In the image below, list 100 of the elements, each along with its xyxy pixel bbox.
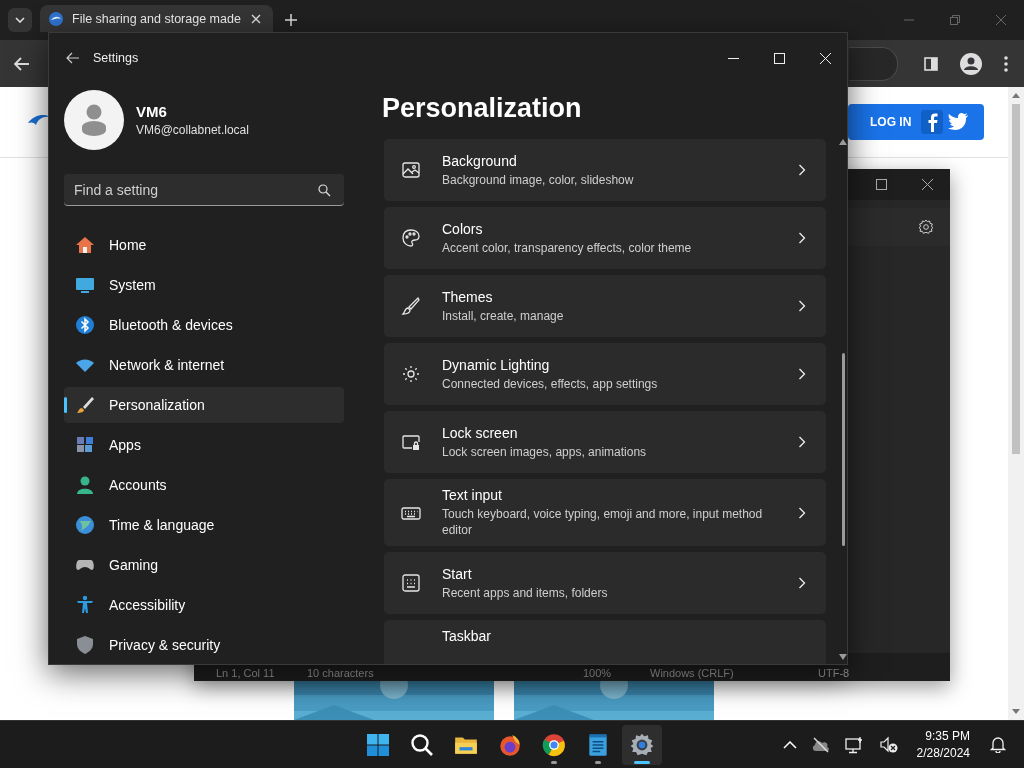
status-text: 100% <box>583 667 612 679</box>
nav-item[interactable]: Personalization <box>64 387 344 423</box>
card-subtitle: Background image, color, slideshow <box>442 171 635 188</box>
site-icon <box>48 10 64 27</box>
settings-card[interactable]: Background Background image, color, slideshow <box>384 139 826 201</box>
image-icon <box>401 160 421 180</box>
apps-icon <box>75 435 95 455</box>
settings-card[interactable]: Text input Touch keyboard, voice typing, emoji and more, input method editor <box>384 479 826 546</box>
start-menu-icon <box>401 573 421 593</box>
caret-icon <box>15 17 25 23</box>
card-subtitle: Recent apps and items, folders <box>442 584 609 601</box>
clock-date: 2/28/2024 <box>916 746 970 760</box>
chevron-icon <box>798 577 806 589</box>
window-title: Settings <box>93 51 139 65</box>
nav-item[interactable]: Accessibility <box>64 587 344 623</box>
scroll-down-icon[interactable] <box>839 654 847 660</box>
taskbar-button[interactable] <box>622 724 662 765</box>
back-icon[interactable] <box>14 56 30 71</box>
settings-card[interactable]: Colors Accent color, transparency effects, color theme <box>384 207 826 269</box>
settings-card[interactable]: Lock screen Lock screen images, apps, animations <box>384 411 826 473</box>
chevron-icon <box>798 506 806 519</box>
maximize-icon[interactable] <box>876 179 887 190</box>
avatar[interactable] <box>64 90 124 150</box>
scroll-up-icon[interactable] <box>839 139 847 145</box>
clock-time: 9:35 PM <box>925 729 970 743</box>
user-email: VM6@collabnet.local <box>136 123 249 137</box>
card-subtitle: Connected devices, effects, app settings <box>442 375 659 392</box>
nav-item[interactable]: Accounts <box>64 467 344 503</box>
nav-item[interactable]: Home <box>64 227 344 263</box>
scrollbar[interactable] <box>1008 87 1024 720</box>
tiles-icon <box>366 732 390 757</box>
tab-list-button[interactable] <box>8 8 32 32</box>
search-icon <box>410 732 434 757</box>
nav-item[interactable]: Time & language <box>64 507 344 543</box>
browser-icon <box>541 731 567 758</box>
bird-icon[interactable] <box>947 112 970 132</box>
nav-item[interactable]: Apps <box>64 427 344 463</box>
status-text: UTF-8 <box>818 667 850 679</box>
settings-card[interactable]: Themes Install, create, manage <box>384 275 826 337</box>
status-text: Ln 1, Col 11 <box>216 667 275 679</box>
light-icon <box>401 364 421 384</box>
shield-icon <box>75 635 95 655</box>
card-title: Text input <box>442 487 503 503</box>
card-title: Dynamic Lighting <box>442 356 551 373</box>
page-heading: Personalization <box>382 92 583 125</box>
brush-icon <box>401 296 421 316</box>
card-title: Background <box>442 152 518 169</box>
card-title: Taskbar <box>442 628 493 644</box>
card-title: Lock screen <box>442 424 519 441</box>
bluetooth-icon <box>75 315 95 335</box>
settings-icon[interactable] <box>918 219 934 235</box>
person-icon <box>75 475 95 495</box>
nav-item[interactable]: Gaming <box>64 547 344 583</box>
search-field[interactable]: Find a setting <box>64 174 344 206</box>
user-name: VM6 <box>136 103 168 120</box>
more-icon[interactable] <box>1004 55 1008 72</box>
chevron-icon <box>798 232 806 244</box>
status-text: Windows (CRLF) <box>650 667 734 679</box>
lock-screen-icon <box>401 432 421 452</box>
search-icon <box>318 184 331 197</box>
facebook-icon[interactable] <box>921 110 944 134</box>
chevron-icon <box>798 368 806 380</box>
login-button[interactable]: LOG IN <box>870 115 912 129</box>
restore-icon[interactable] <box>950 15 960 25</box>
nav-item[interactable]: Bluetooth & devices <box>64 307 344 343</box>
profile-icon[interactable] <box>960 52 982 75</box>
nav-item[interactable]: Network & internet <box>64 347 344 383</box>
accessibility-icon <box>75 595 95 615</box>
tab-title: File sharing and storage made <box>72 11 242 26</box>
scroll-up-icon[interactable] <box>1012 93 1020 98</box>
home-icon <box>75 235 95 255</box>
status-text: 10 characters <box>307 667 374 679</box>
card-subtitle: Lock screen images, apps, animations <box>442 443 648 460</box>
scroll-thumb[interactable] <box>841 353 845 546</box>
palette-icon <box>401 228 421 248</box>
bell-icon[interactable] <box>990 736 1006 753</box>
settings-card[interactable]: Dynamic Lighting Connected devices, effects, app settings <box>384 343 826 405</box>
scroll-thumb[interactable] <box>1012 104 1020 454</box>
network-icon[interactable] <box>844 735 865 754</box>
card-title: Colors <box>442 220 484 237</box>
back-icon[interactable] <box>66 52 80 64</box>
scroll-down-icon[interactable] <box>1012 709 1020 714</box>
new-tab-icon[interactable] <box>285 14 297 26</box>
settings-card[interactable]: Start Recent apps and items, folders <box>384 552 826 614</box>
settings-card[interactable]: Taskbar <box>384 620 826 664</box>
chevron-icon <box>798 436 806 448</box>
cloud-off-icon[interactable] <box>810 736 831 753</box>
clock[interactable]: 9:35 PM 2/28/2024 <box>916 729 970 760</box>
nav-item[interactable]: System <box>64 267 344 303</box>
card-title: Start <box>442 565 473 582</box>
close-icon[interactable] <box>922 179 933 190</box>
chevron-up-icon[interactable] <box>782 740 797 749</box>
globe-icon <box>75 515 95 535</box>
side-panel-icon[interactable] <box>924 56 938 71</box>
browser-tab[interactable]: File sharing and storage made <box>40 5 273 32</box>
nav-item[interactable]: Privacy & security <box>64 627 344 663</box>
card-subtitle: Accent color, transparency effects, color theme <box>442 239 693 256</box>
speaker-muted-icon[interactable] <box>878 735 899 754</box>
monitor-icon <box>75 275 95 295</box>
chevron-icon <box>798 300 806 312</box>
